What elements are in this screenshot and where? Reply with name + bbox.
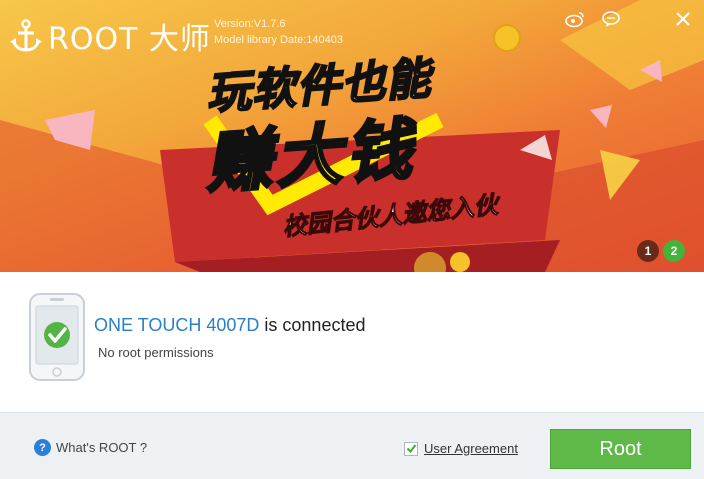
promo-banner[interactable]: ROOT 大师 Version:V1.7.6 Model library Dat… xyxy=(0,0,704,272)
agreement-checkbox[interactable] xyxy=(404,441,418,456)
chat-icon xyxy=(602,11,620,27)
help-icon: ? xyxy=(34,439,51,456)
connection-status-text: is connected xyxy=(259,315,366,335)
user-agreement-row: User Agreement xyxy=(404,441,518,456)
user-agreement-link[interactable]: User Agreement xyxy=(424,441,518,456)
feedback-button[interactable] xyxy=(600,8,622,30)
version-label: Version:V1.7.6 xyxy=(214,18,286,30)
whats-root-label: What's ROOT ? xyxy=(56,440,148,455)
close-icon xyxy=(676,12,690,26)
close-button[interactable] xyxy=(672,8,694,30)
root-permission-status: No root permissions xyxy=(98,345,214,360)
anchor-icon xyxy=(10,19,42,52)
root-button[interactable]: Root xyxy=(550,429,691,469)
version-info: Version:V1.7.6 Model library Date:140403 xyxy=(214,16,343,48)
weibo-button[interactable] xyxy=(564,8,586,30)
action-footer: ? What's ROOT ? User Agreement Root xyxy=(0,412,704,479)
weibo-icon xyxy=(565,12,584,28)
model-library-date: Model library Date:140403 xyxy=(214,34,344,46)
banner-headline-2: 赚大钱 xyxy=(202,110,420,201)
device-model: ONE TOUCH 4007D xyxy=(94,315,260,335)
app-logo: ROOT 大师 xyxy=(8,14,211,58)
banner-page-1[interactable]: 1 xyxy=(637,240,659,262)
phone-icon xyxy=(29,293,85,381)
app-brand-name: ROOT 大师 xyxy=(48,22,211,57)
whats-root-link[interactable]: ? What's ROOT ? xyxy=(34,439,147,456)
checkmark-icon xyxy=(406,444,416,454)
device-connection-status: ONE TOUCH 4007D is connected xyxy=(94,315,365,336)
root-master-window: ROOT 大师 Version:V1.7.6 Model library Dat… xyxy=(0,0,704,479)
banner-page-2[interactable]: 2 xyxy=(663,240,685,262)
